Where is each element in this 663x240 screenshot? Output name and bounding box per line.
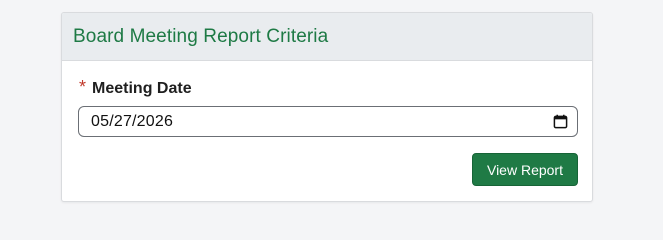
card-header: Board Meeting Report Criteria — [62, 13, 592, 61]
meeting-date-label-text: Meeting Date — [92, 79, 192, 97]
meeting-date-value: 05/27/2026 — [91, 112, 174, 130]
view-report-button[interactable]: View Report — [472, 153, 578, 186]
calendar-icon[interactable] — [553, 114, 568, 129]
card-title: Board Meeting Report Criteria — [73, 25, 329, 47]
meeting-date-label: * Meeting Date — [79, 77, 192, 99]
required-marker: * — [79, 77, 87, 97]
report-criteria-card: Board Meeting Report Criteria * Meeting … — [61, 12, 593, 202]
meeting-date-input[interactable]: 05/27/2026 — [78, 106, 578, 137]
